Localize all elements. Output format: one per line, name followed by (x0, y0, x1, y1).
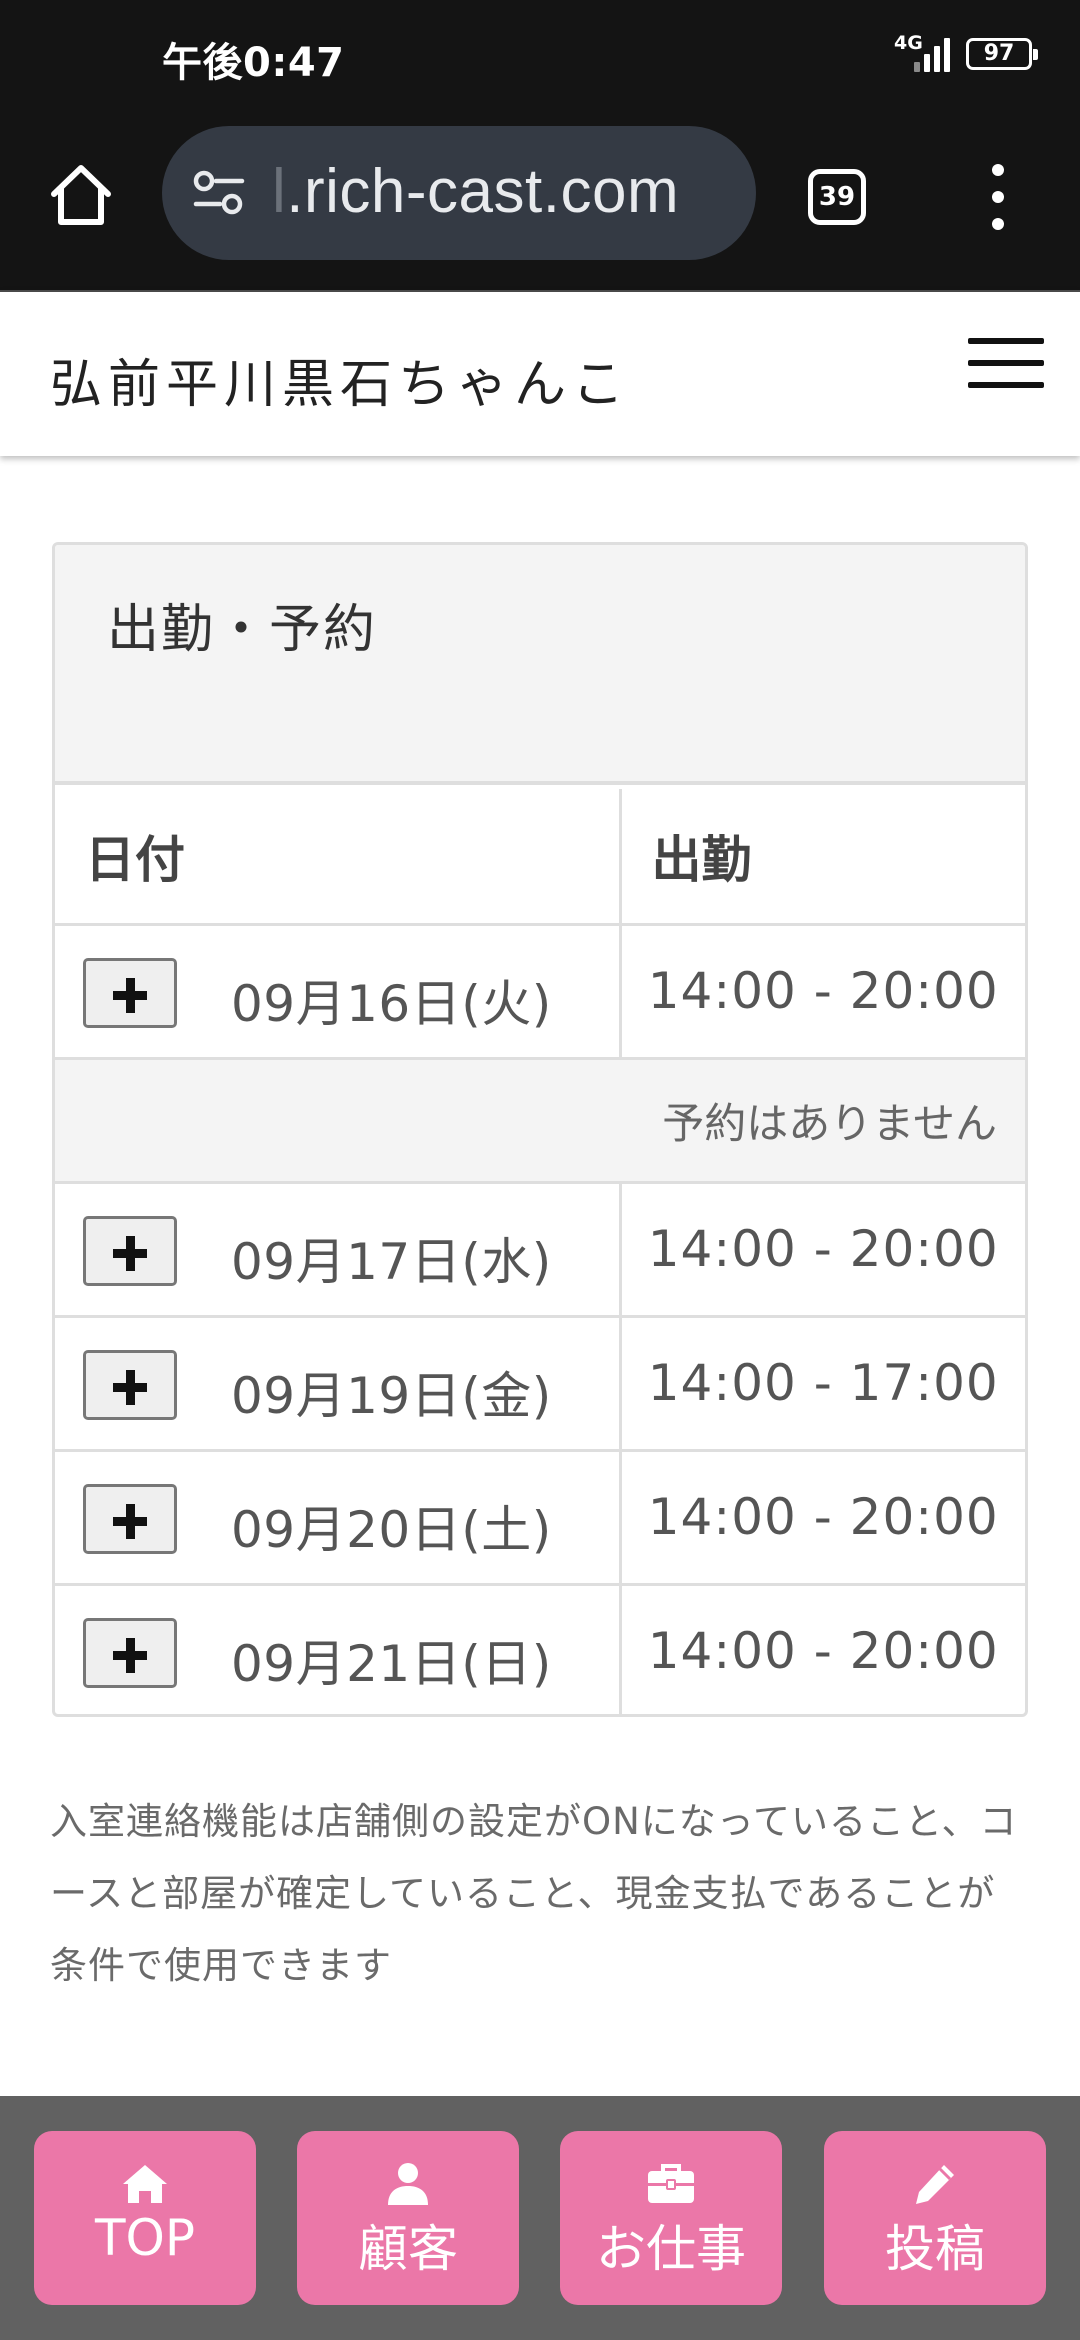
date-text: 09月19日(金) (231, 1366, 552, 1425)
user-icon (388, 2163, 428, 2205)
tabs-icon[interactable]: 39 (808, 169, 866, 225)
table-row: 09月19日(金) 14:00 - 17:00 (55, 1316, 1025, 1452)
shift-time: 14:00 - 17:00 (620, 1316, 1025, 1452)
status-time: 午後0:47 (162, 40, 345, 86)
date-text: 09月17日(水) (231, 1232, 552, 1291)
shift-time: 14:00 - 20:00 (620, 1584, 1025, 1714)
nav-label: 顧客 (358, 2220, 458, 2278)
column-header-shift: 出勤 (620, 789, 1025, 926)
signal-icon (914, 36, 952, 72)
shift-time: 14:00 - 20:00 (620, 1182, 1025, 1318)
site-header: 弘前平川黒石ちゃんこ (0, 290, 1080, 456)
nav-label: TOP (94, 2209, 196, 2267)
date-text: 09月20日(土) (231, 1500, 552, 1559)
url-bar[interactable]: l.rich-cast.com (162, 126, 756, 260)
url-text: l.rich-cast.com (272, 157, 680, 226)
date-cell: 09月17日(水) (55, 1182, 622, 1318)
date-cell: 09月21日(日) (55, 1584, 622, 1714)
schedule-table: 日付 出勤 09月16日(火) 14:00 - 20:00 予約はありません 0… (55, 789, 1025, 1714)
date-text: 09月21日(日) (231, 1634, 552, 1693)
shift-time: 14:00 - 20:00 (620, 1450, 1025, 1586)
info-text: 入室連絡機能は店舗側の設定がONになっていること、コースと部屋が確定していること… (50, 1800, 1018, 1987)
battery-icon: 97 (966, 38, 1038, 70)
browser-toolbar: l.rich-cast.com 39 (0, 112, 1080, 290)
pencil-icon (916, 2165, 954, 2204)
date-cell: 09月20日(土) (55, 1450, 622, 1586)
no-reservation-text: 予約はありません (55, 1058, 1025, 1184)
date-cell: 09月19日(金) (55, 1316, 622, 1452)
status-bar: 午後0:47 4G 97 (0, 0, 1080, 112)
briefcase-icon (648, 2164, 694, 2203)
reservation-row: 予約はありません (55, 1058, 1025, 1184)
nav-button-post[interactable]: 投稿 (824, 2131, 1046, 2305)
home-icon[interactable] (46, 160, 116, 230)
expand-plus-button[interactable] (83, 957, 177, 1028)
panel-title: 出勤・予約 (107, 600, 378, 660)
expand-plus-button[interactable] (83, 1617, 177, 1688)
table-row: 09月16日(火) 14:00 - 20:00 (55, 924, 1025, 1060)
nav-label: お仕事 (596, 2220, 746, 2278)
site-settings-icon[interactable] (192, 170, 246, 216)
expand-plus-button[interactable] (83, 1483, 177, 1554)
column-header-date: 日付 (55, 789, 622, 926)
panel-header: 出勤・予約 (55, 545, 1025, 785)
site-title[interactable]: 弘前平川黒石ちゃんこ (50, 342, 630, 417)
table-row: 09月17日(水) 14:00 - 20:00 (55, 1182, 1025, 1318)
home-icon (123, 2165, 167, 2203)
expand-plus-button[interactable] (83, 1215, 177, 1286)
hamburger-menu-icon[interactable] (968, 338, 1044, 388)
overflow-menu-icon[interactable] (978, 164, 1018, 230)
nav-button-top[interactable]: TOP (34, 2131, 256, 2305)
shift-time: 14:00 - 20:00 (620, 924, 1025, 1060)
table-row: 09月20日(土) 14:00 - 20:00 (55, 1450, 1025, 1586)
date-text: 09月16日(火) (231, 974, 552, 1033)
nav-button-customers[interactable]: 顧客 (297, 2131, 519, 2305)
bottom-nav: TOP 顧客 お仕事 投稿 (0, 2096, 1080, 2340)
nav-button-work[interactable]: お仕事 (560, 2131, 782, 2305)
table-row: 09月21日(日) 14:00 - 20:00 (55, 1584, 1025, 1714)
date-cell: 09月16日(火) (55, 924, 622, 1060)
schedule-panel: 出勤・予約 日付 出勤 09月16日(火) 14:00 - 20:00 予約はあ… (52, 542, 1028, 1717)
expand-plus-button[interactable] (83, 1349, 177, 1420)
nav-label: 投稿 (885, 2220, 985, 2278)
